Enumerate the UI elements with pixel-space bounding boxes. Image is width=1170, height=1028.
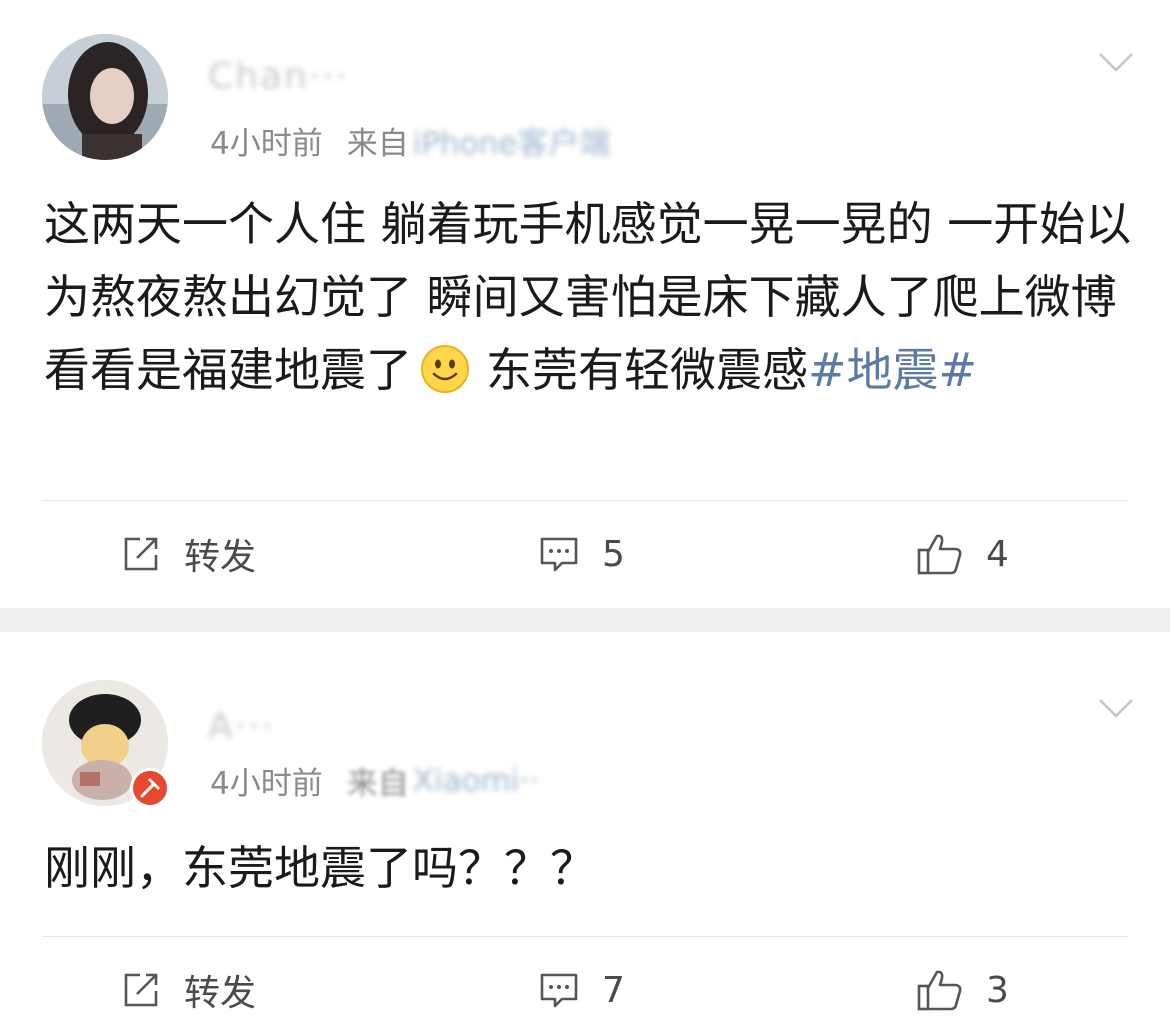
repost-icon	[124, 973, 158, 1007]
source-prefix: 来自	[346, 766, 409, 802]
post-text-after-emoji: 东莞有轻微震感	[486, 343, 808, 397]
divider	[42, 936, 1128, 937]
post-content: 刚刚，东莞地震了吗？？？	[44, 832, 1134, 905]
comment-count: 5	[602, 533, 625, 575]
chevron-down-icon[interactable]	[1096, 696, 1136, 720]
post-meta: 4小时前 来自 Xiaomi··	[210, 758, 539, 803]
post-meta: 4小时前 来自 iPhone客户端	[210, 118, 610, 163]
chevron-down-icon[interactable]	[1096, 50, 1136, 74]
like-button[interactable]: 4	[916, 524, 1009, 584]
post-separator	[0, 608, 1170, 632]
action-bar: 转发 5 4	[0, 524, 1170, 584]
username[interactable]: Chan···	[208, 56, 349, 97]
comment-icon	[540, 973, 578, 1008]
comment-button[interactable]: 5	[538, 524, 625, 584]
repost-icon	[124, 537, 158, 571]
smile-emoji-icon	[420, 344, 470, 394]
thumbs-up-icon	[917, 970, 962, 1011]
like-count: 4	[986, 533, 1009, 575]
like-button[interactable]: 3	[916, 960, 1009, 1020]
post-time: 4小时前	[210, 126, 323, 162]
action-bar: 转发 7 3	[0, 960, 1170, 1020]
comment-count: 7	[602, 969, 625, 1011]
username[interactable]: A···	[208, 706, 275, 747]
avatar-image	[42, 34, 168, 160]
source-name: Xiaomi··	[412, 762, 540, 799]
source-name: iPhone客户端	[412, 126, 611, 162]
avatar[interactable]	[42, 34, 168, 160]
hashtag-link[interactable]: #地震#	[808, 343, 977, 397]
repost-label: 转发	[184, 973, 257, 1014]
comment-button[interactable]: 7	[538, 960, 625, 1020]
weibo-post: Chan··· 4小时前 来自 iPhone客户端 这两天一个人住 躺着玩手机感…	[0, 0, 1170, 608]
thumbs-up-icon	[917, 534, 962, 575]
like-count: 3	[986, 969, 1009, 1011]
repost-button[interactable]: 转发	[120, 524, 256, 584]
post-content: 这两天一个人住 躺着玩手机感觉一晃一晃的 一开始以为熬夜熬出幻觉了 瞬间又害怕是…	[44, 188, 1134, 407]
repost-label: 转发	[184, 537, 257, 578]
divider	[42, 500, 1128, 501]
post-text: 刚刚，东莞地震了吗？？？	[44, 841, 596, 895]
source-prefix: 来自	[346, 126, 409, 162]
verified-badge-icon	[130, 768, 170, 808]
post-time: 4小时前	[210, 766, 323, 802]
weibo-post: A··· 4小时前 来自 Xiaomi·· 刚刚，东莞地震了吗？？？ 转发 7 …	[0, 632, 1170, 1028]
repost-button[interactable]: 转发	[120, 960, 256, 1020]
comment-icon	[540, 537, 578, 572]
